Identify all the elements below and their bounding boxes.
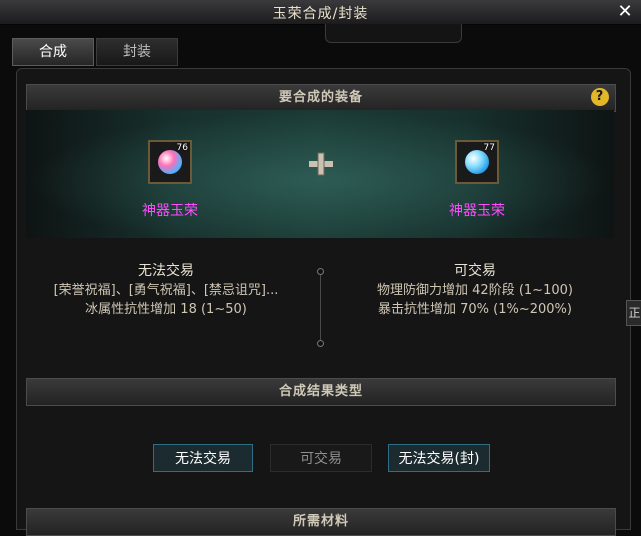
item-slot-right[interactable]: 77 bbox=[455, 140, 499, 184]
title-bar: 玉荣合成/封装 ✕ bbox=[0, 0, 641, 25]
result-option-tradeable[interactable]: 可交易 bbox=[270, 444, 372, 472]
help-icon[interactable]: ? bbox=[591, 88, 609, 106]
plus-icon bbox=[309, 152, 333, 176]
divider-dot-top bbox=[317, 268, 324, 275]
close-button[interactable]: ✕ bbox=[615, 2, 635, 22]
left-info-line1: [荣誉祝福]、[勇气祝福]、[禁忌诅咒]... bbox=[53, 283, 279, 298]
right-trade-status: 可交易 bbox=[454, 263, 496, 279]
materials-section-header: 所需材料 bbox=[26, 508, 616, 536]
result-option-untradeable-sealed[interactable]: 无法交易(封) bbox=[388, 444, 490, 472]
result-option-untradeable[interactable]: 无法交易 bbox=[153, 444, 253, 472]
right-info-line1: 物理防御力增加 42阶段 (1~100) bbox=[377, 283, 573, 298]
equipment-section-title: 要合成的装备 bbox=[278, 90, 363, 105]
side-tab-button[interactable]: 正 bbox=[626, 300, 641, 326]
info-divider bbox=[320, 272, 321, 342]
item-name-left: 神器玉荣 bbox=[142, 203, 198, 219]
left-info-line2: 冰属性抗性增加 18 (1~50) bbox=[85, 302, 247, 317]
item-level-right: 77 bbox=[483, 143, 495, 153]
item-slot-left[interactable]: 76 bbox=[148, 140, 192, 184]
right-item-info: 可交易 物理防御力增加 42阶段 (1~100) 暴击抗性增加 70% (1%~… bbox=[325, 262, 625, 319]
tab-synthesis[interactable]: 合成 bbox=[12, 38, 94, 66]
result-section-title: 合成结果类型 bbox=[278, 384, 363, 399]
right-info-line2: 暴击抗性增加 70% (1%~200%) bbox=[378, 302, 572, 317]
left-trade-status: 无法交易 bbox=[138, 263, 194, 279]
divider-dot-bottom bbox=[317, 340, 324, 347]
equipment-section-header: 要合成的装备 ? bbox=[26, 84, 616, 112]
item-name-right: 神器玉荣 bbox=[449, 203, 505, 219]
gem-icon bbox=[465, 150, 489, 174]
gem-icon bbox=[158, 150, 182, 174]
left-item-info: 无法交易 [荣誉祝福]、[勇气祝福]、[禁忌诅咒]... 冰属性抗性增加 18 … bbox=[16, 262, 316, 319]
window-title: 玉荣合成/封装 bbox=[272, 6, 369, 22]
item-level-left: 76 bbox=[176, 143, 188, 153]
top-notch-decoration bbox=[325, 24, 462, 43]
result-section-header: 合成结果类型 bbox=[26, 378, 616, 406]
tab-seal[interactable]: 封装 bbox=[96, 38, 178, 66]
